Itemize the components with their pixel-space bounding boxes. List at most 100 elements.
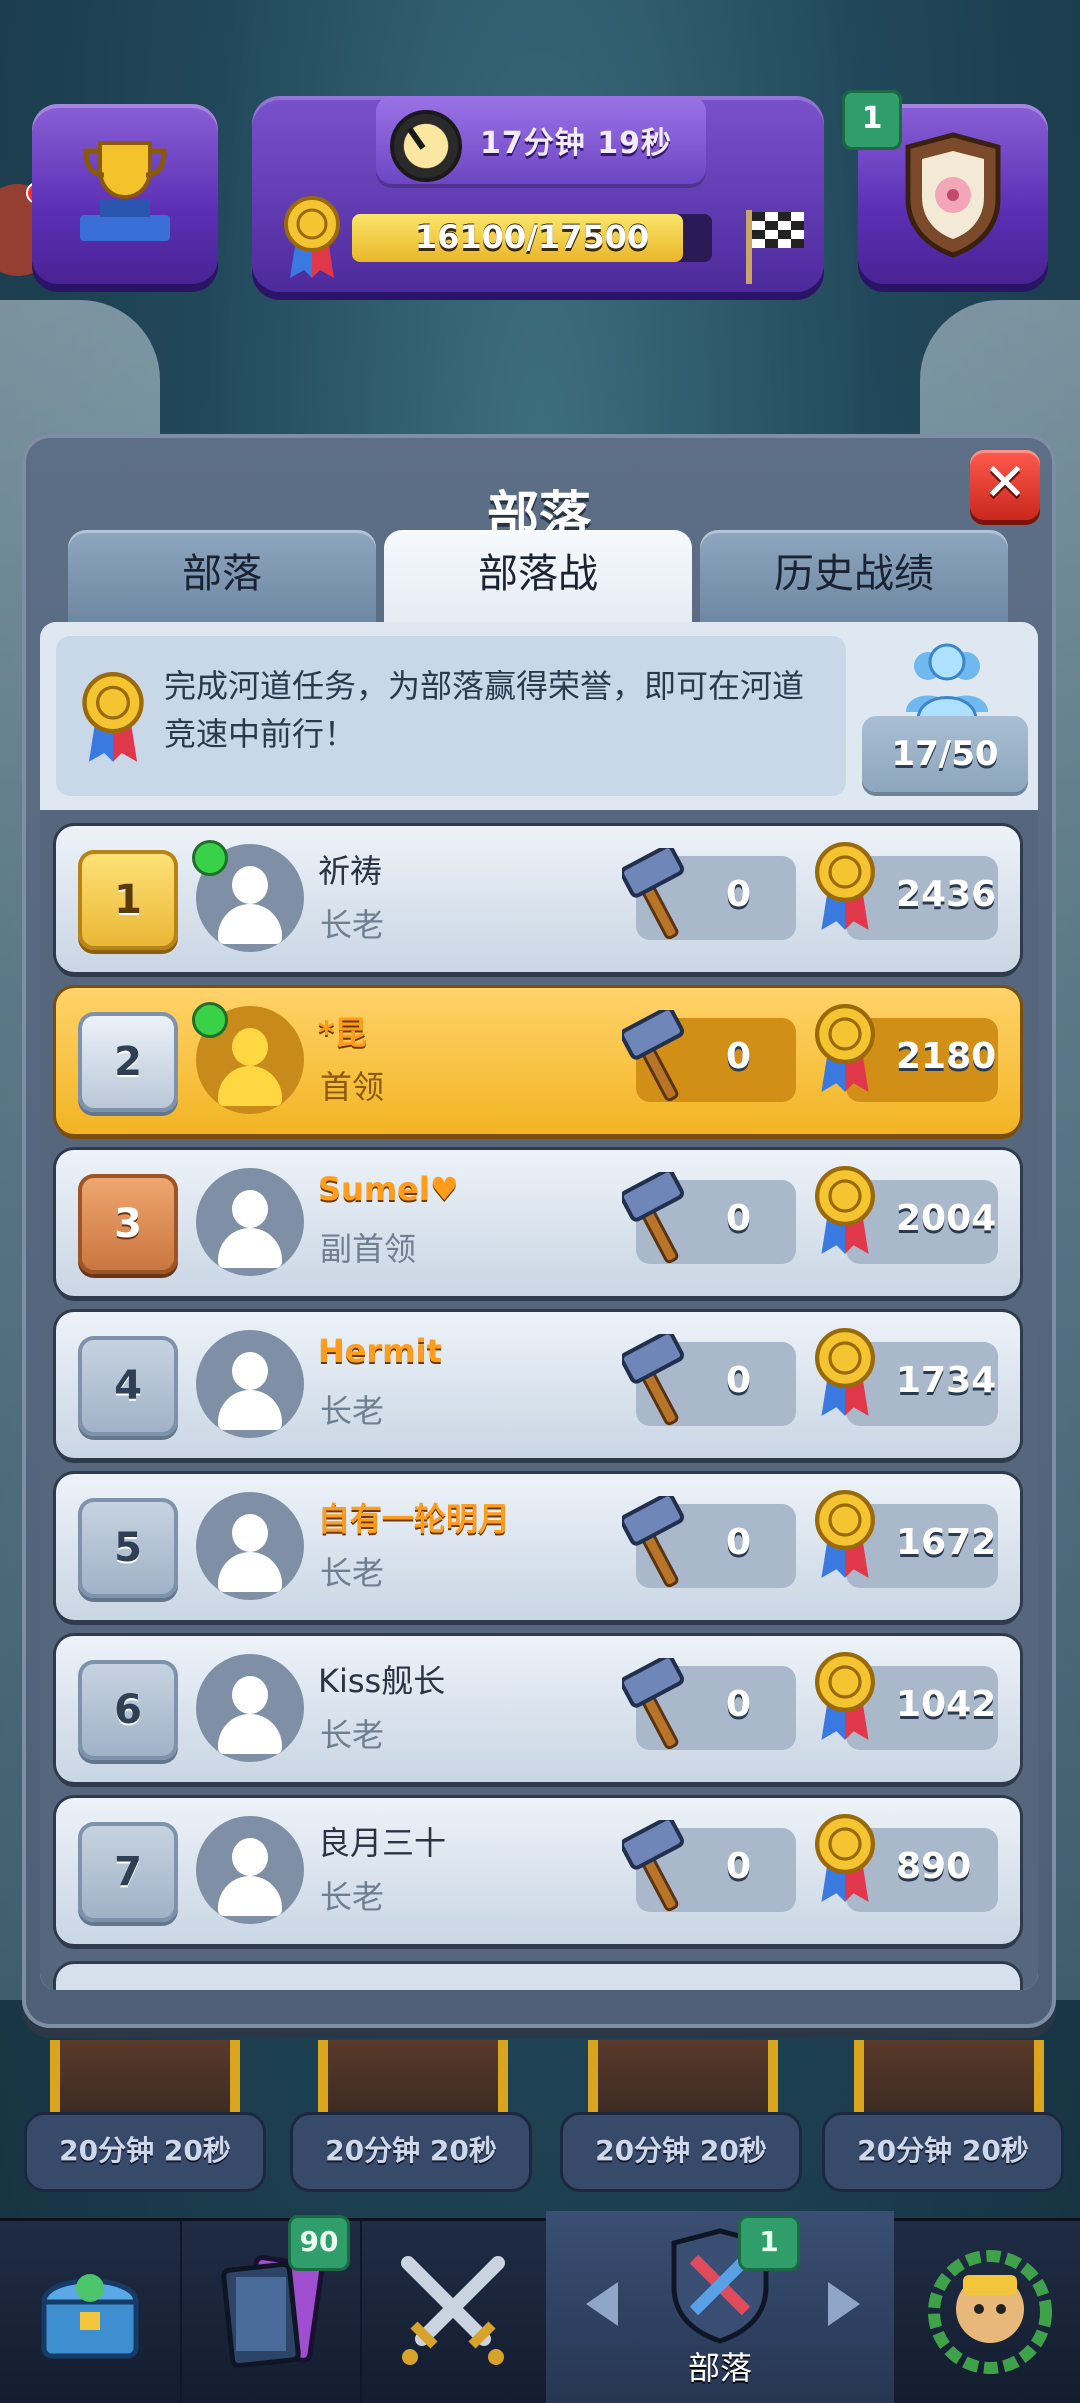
medal-icon [812,842,878,936]
hammer-value: 0 [726,1036,752,1077]
member-role: 副首领 [320,1230,417,1268]
nav-arrow-right-icon[interactable] [828,2282,860,2326]
chest-slot-1[interactable] [50,2040,240,2120]
hammer-counter: 0 [619,1816,796,1912]
nav-arrow-left-icon[interactable] [586,2282,618,2326]
rank-badge: 2 [78,1012,178,1112]
hammer-icon [619,1492,692,1596]
member-row[interactable]: 1 祈祷 长老 0 2436 [56,826,1020,972]
fame-value: 1672 [896,1522,997,1563]
rank-badge: 7 [78,1822,178,1922]
shield-icon [905,132,1001,258]
member-name: 祈祷 [318,852,383,890]
tab-history[interactable]: 历史战绩 [700,530,1008,622]
hammer-value: 0 [726,1522,752,1563]
race-timer: 17分钟 19秒 [480,126,672,161]
members-count-box[interactable]: 17/50 [862,642,1028,792]
hammer-value: 0 [726,1198,752,1239]
hammer-value: 0 [726,1846,752,1887]
chest-slot-2[interactable] [318,2040,508,2120]
hammer-icon [619,844,692,948]
avatar[interactable] [196,1492,304,1600]
fame-counter: 1042 [815,1652,998,1750]
medal-icon [812,1652,878,1746]
hammer-icon [619,1816,692,1920]
race-progress-bar: 16100/17500 [352,214,712,262]
fame-value: 1734 [896,1360,997,1401]
clan-notification-badge: 1 [842,90,902,150]
medal-icon [82,672,144,762]
member-row[interactable]: 3 Sumel♥ 副首领 0 2004 [56,1150,1020,1296]
nav-events[interactable] [900,2221,1080,2403]
info-text: 完成河道任务，为部落赢得荣誉，即可在河道竞速中前行！ [164,667,805,753]
hammer-icon [619,1330,692,1434]
nav-clan-label: 部落 [687,2349,752,2387]
member-row[interactable]: 7 良月三十 长老 0 890 [56,1798,1020,1944]
river-race-panel[interactable]: 17分钟 19秒 16100/17500 [252,96,824,292]
hammer-icon [619,1168,692,1272]
laurel-avatar-icon [928,2250,1052,2374]
member-name: Hermit [318,1332,442,1370]
clock-icon [390,110,462,182]
chest-timer-4[interactable]: 20分钟 20秒 [822,2112,1064,2192]
hammer-icon [619,1654,692,1758]
chest-timer-3[interactable]: 20分钟 20秒 [560,2112,802,2192]
member-row[interactable]: 2 *昆 首领 0 2180 [56,988,1020,1134]
shop-chest-icon [41,2274,139,2359]
rank-badge: 1 [78,850,178,950]
tab-clan[interactable]: 部落 [68,530,376,622]
member-role: 长老 [320,1716,385,1754]
medal-icon [812,1166,878,1260]
medal-icon [812,1490,878,1584]
members-count: 17/50 [862,716,1028,792]
rank-badge: 6 [78,1660,178,1760]
trophy-icon [80,141,170,241]
member-row[interactable]: 5 自有一轮明月 长老 0 1672 [56,1474,1020,1620]
medal-icon [812,1328,878,1422]
fame-value: 2180 [896,1036,997,1077]
hammer-value: 0 [726,1684,752,1725]
avatar[interactable] [196,1168,304,1276]
trophy-road-button[interactable] [32,104,218,284]
nav-shop[interactable] [0,2221,182,2403]
hammer-value: 0 [726,1360,752,1401]
bottom-nav: 90 部落 1 [0,2211,1080,2403]
fame-counter: 1734 [815,1328,998,1426]
fame-value: 2004 [896,1198,997,1239]
fame-counter: 2180 [815,1004,998,1102]
member-row[interactable]: 6 Kiss舰长 长老 0 1042 [56,1636,1020,1782]
members-icon [906,643,988,722]
avatar[interactable] [196,1816,304,1924]
nav-battle[interactable] [360,2221,548,2403]
fame-counter: 890 [815,1814,998,1912]
hammer-counter: 0 [619,1168,796,1264]
cards-badge: 90 [288,2215,350,2271]
fame-counter: 1672 [815,1490,998,1588]
chest-timer-2[interactable]: 20分钟 20秒 [290,2112,532,2192]
avatar[interactable] [196,1654,304,1762]
member-name: Sumel♥ [318,1170,459,1208]
hammer-counter: 0 [619,844,796,940]
member-name: Kiss舰长 [318,1662,446,1700]
medal-icon [812,1814,878,1908]
member-role: 长老 [320,1392,385,1430]
race-timer-box: 17分钟 19秒 [376,96,706,188]
info-box: 完成河道任务，为部落赢得荣誉，即可在河道竞速中前行！ [56,636,846,796]
close-button[interactable]: ✕ [970,450,1040,520]
chest-slot-4[interactable] [854,2040,1044,2120]
member-role: 首领 [320,1068,385,1106]
tab-clan-war[interactable]: 部落战 [384,530,692,628]
chest-slot-3[interactable] [588,2040,778,2120]
crossed-swords-icon [401,2256,505,2365]
avatar[interactable] [196,1330,304,1438]
member-list[interactable]: 1 祈祷 长老 0 2436 2 *昆 首领 0 2180 3 Sumel♥ 副首领 0 2004 4 Herm… [40,810,1038,1990]
fame-counter: 2004 [815,1166,998,1264]
rank-badge: 3 [78,1174,178,1274]
medal-icon [284,196,340,278]
hammer-value: 0 [726,874,752,915]
hammer-counter: 0 [619,1006,796,1102]
member-row[interactable]: 4 Hermit 长老 0 1734 [56,1312,1020,1458]
chest-timer-1[interactable]: 20分钟 20秒 [24,2112,266,2192]
member-role: 长老 [320,906,385,944]
clan-nav-badge: 1 [738,2215,800,2271]
